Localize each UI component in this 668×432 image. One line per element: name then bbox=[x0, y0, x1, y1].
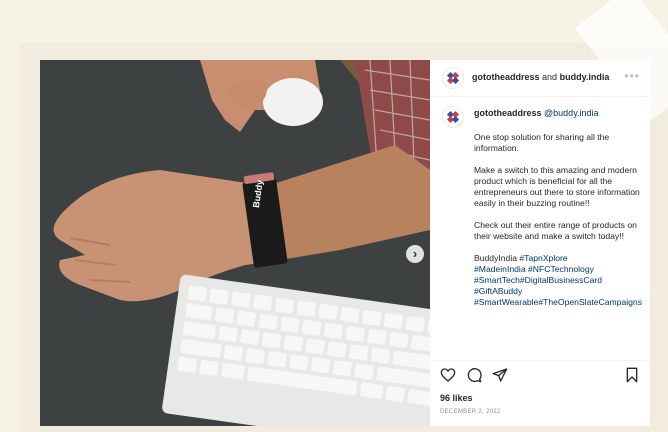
next-image-button[interactable]: › bbox=[406, 245, 424, 263]
author-link[interactable]: gototheaddress bbox=[472, 72, 540, 82]
avatar[interactable] bbox=[442, 67, 464, 89]
hashtag-link[interactable]: #TheOpenSlateCampaigns bbox=[538, 297, 642, 307]
likes-count[interactable]: 96 likes bbox=[440, 393, 473, 403]
avatar[interactable] bbox=[442, 106, 464, 128]
hashtag-link[interactable]: #TapnXplore bbox=[519, 253, 567, 263]
collaborator-link[interactable]: buddy.india bbox=[560, 72, 610, 82]
post-image[interactable]: Buddy bbox=[40, 60, 430, 426]
share-icon[interactable] bbox=[492, 367, 508, 383]
caption-brand: BuddyIndia bbox=[474, 253, 518, 263]
caption-paragraph: One stop solution for sharing all the in… bbox=[474, 132, 610, 153]
joiner-text: and bbox=[542, 72, 558, 82]
bookmark-icon[interactable] bbox=[624, 367, 640, 383]
hashtag-link[interactable]: #SmartTech bbox=[474, 275, 520, 285]
hashtag-link[interactable]: #MadeinIndia bbox=[474, 264, 526, 274]
action-bar bbox=[430, 360, 650, 387]
caption-area[interactable]: gototheaddress @buddy.india One stop sol… bbox=[430, 98, 650, 352]
hashtag-paragraph: BuddyIndia #TapnXplore #MadeinIndia #NFC… bbox=[474, 253, 644, 308]
caption-text: One stop solution for sharing all the in… bbox=[474, 132, 644, 319]
post-date: DECEMBER 2, 2022 bbox=[440, 409, 501, 415]
caption-paragraph: Make a switch to this amazing and modern… bbox=[474, 165, 640, 208]
post-header-title: gototheaddress and buddy.india bbox=[472, 72, 609, 82]
post-panel: gototheaddress and buddy.india ••• gotot… bbox=[430, 60, 650, 426]
more-dots-icon[interactable]: ••• bbox=[624, 69, 640, 83]
caption-header: gototheaddress @buddy.india bbox=[474, 108, 599, 118]
caption-author-link[interactable]: gototheaddress bbox=[474, 108, 542, 118]
hashtag-link[interactable]: #NFCTechnology bbox=[528, 264, 594, 274]
hashtag-link[interactable]: #DigitalBusinessCard bbox=[520, 275, 602, 285]
heart-icon[interactable] bbox=[440, 367, 456, 383]
post-header: gototheaddress and buddy.india ••• bbox=[430, 60, 650, 97]
hashtag-link[interactable]: #GiftABuddy bbox=[474, 286, 522, 296]
caption-mention-link[interactable]: @buddy.india bbox=[544, 108, 599, 118]
comment-icon[interactable] bbox=[466, 367, 482, 383]
caption-paragraph: Check out their entire range of products… bbox=[474, 220, 637, 241]
hashtag-link[interactable]: #SmartWearable bbox=[474, 297, 538, 307]
